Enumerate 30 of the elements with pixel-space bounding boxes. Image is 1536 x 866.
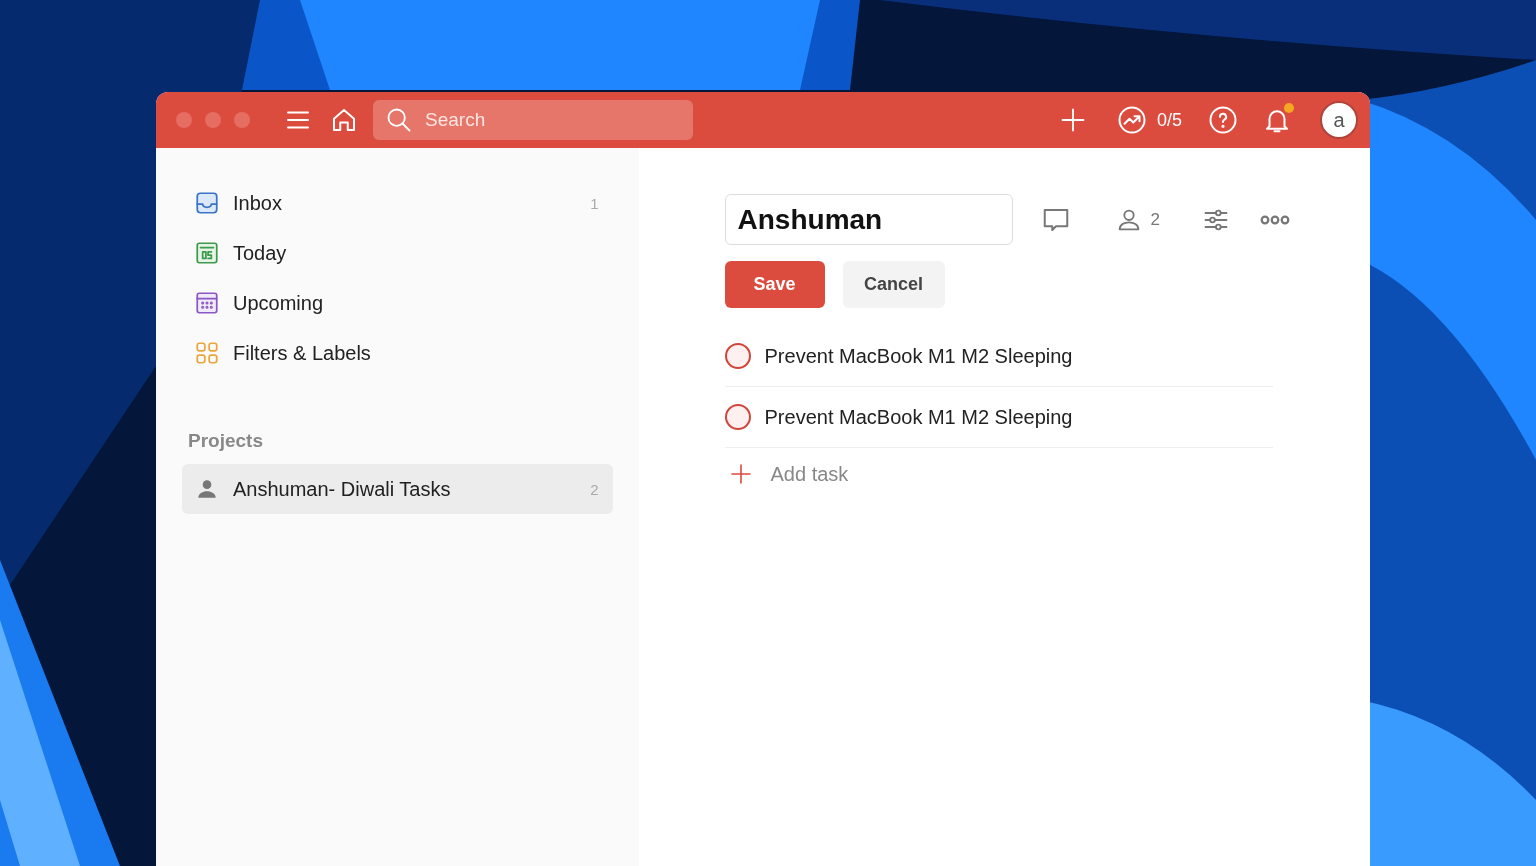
more-icon <box>1260 214 1290 225</box>
sidebar-item[interactable]: Today <box>182 228 613 278</box>
plus-icon <box>728 462 753 486</box>
search-icon <box>385 106 413 134</box>
sidebar-item[interactable]: Filters & Labels <box>182 328 613 378</box>
sidebar-item[interactable]: Upcoming <box>182 278 613 328</box>
help-icon <box>1208 105 1238 135</box>
task-checkbox[interactable] <box>724 404 751 430</box>
help-button[interactable] <box>1208 105 1238 135</box>
task-title: Prevent MacBook M1 M2 Sleeping <box>764 405 1073 429</box>
search-field[interactable]: Search <box>425 100 681 140</box>
avatar[interactable]: a <box>1320 101 1358 139</box>
share-button[interactable]: 2 <box>1114 205 1160 234</box>
calendar-icon <box>194 240 220 266</box>
calendar-grid-icon <box>194 290 220 316</box>
task-title: Prevent MacBook M1 M2 Sleeping <box>764 344 1073 368</box>
add-task-button[interactable]: Add task <box>724 462 849 486</box>
sidebar-item[interactable]: Inbox 1 <box>182 178 613 228</box>
productivity-button[interactable]: 0/5 <box>1116 105 1182 135</box>
inbox-icon <box>194 190 220 216</box>
section-heading: Projects <box>188 430 264 452</box>
more-button[interactable] <box>1260 214 1290 225</box>
cancel-button[interactable]: Cancel <box>842 261 945 308</box>
grid-icon <box>194 340 220 366</box>
task-checkbox[interactable] <box>724 343 751 369</box>
search-bar[interactable]: Search <box>373 100 693 140</box>
project-name-field[interactable]: Anshuman <box>724 194 1013 245</box>
trend-icon <box>1116 105 1147 135</box>
save-button[interactable]: Save <box>724 261 825 308</box>
project-item[interactable]: Anshuman- Diwali Tasks 2 <box>182 464 613 514</box>
